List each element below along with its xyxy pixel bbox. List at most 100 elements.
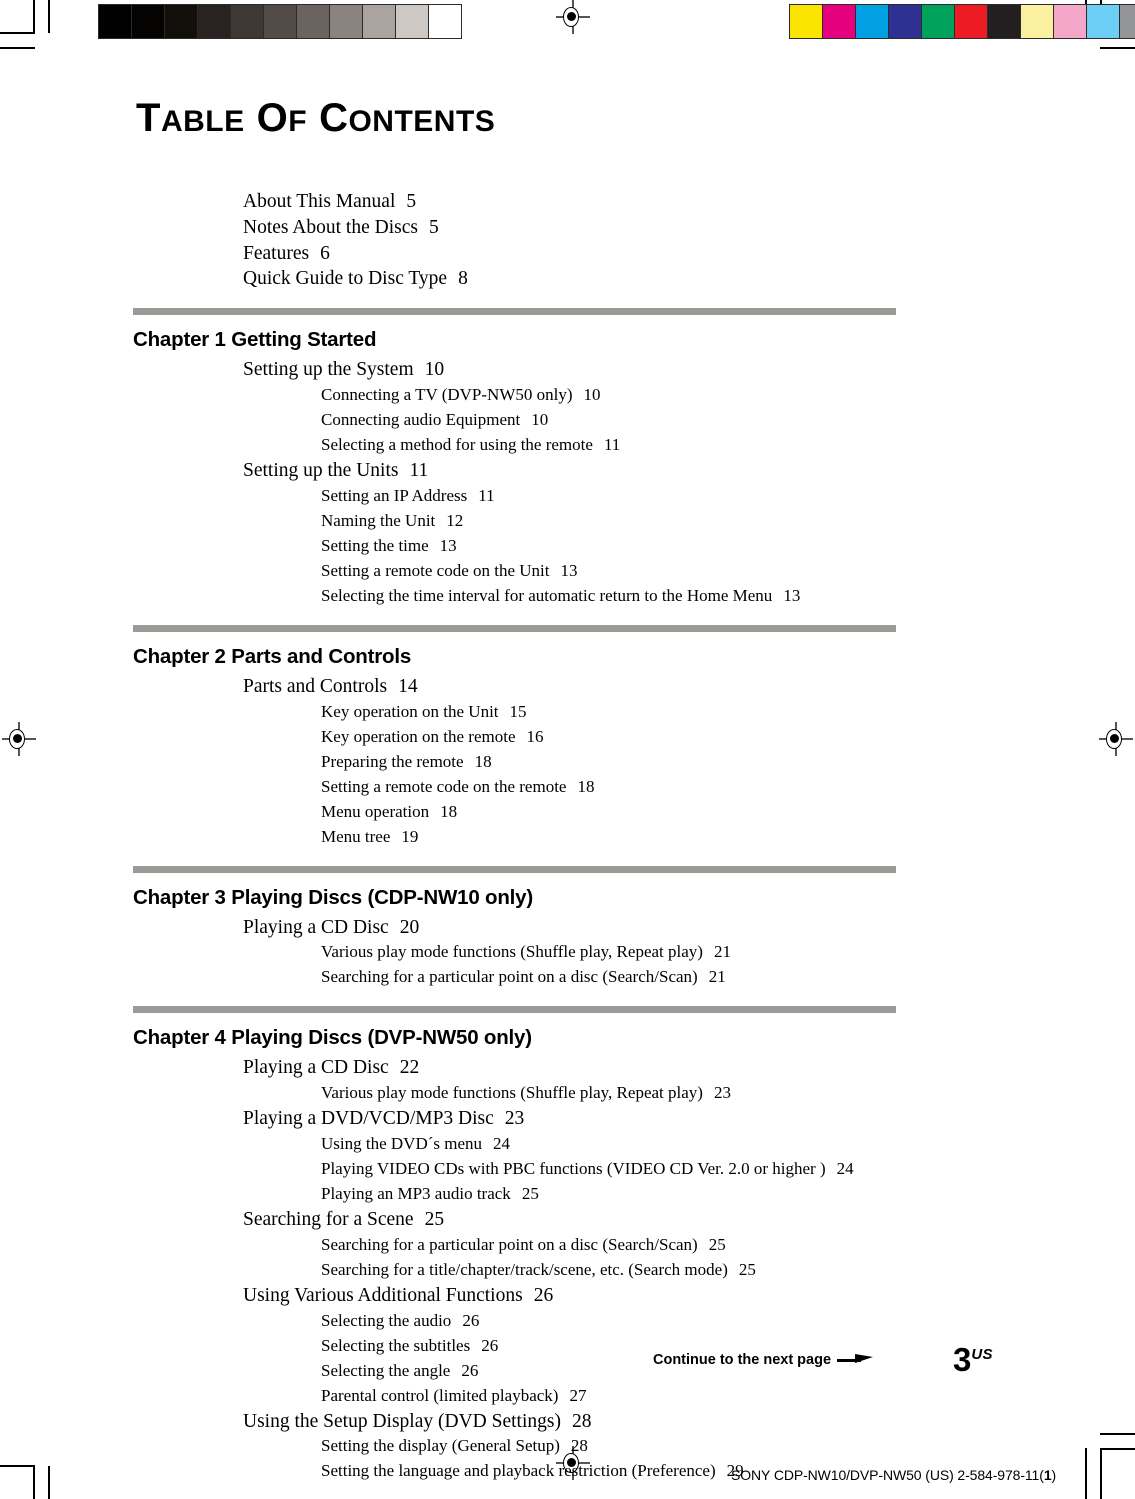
toc-entry-label: Using the Setup Display (DVD Settings) — [243, 1410, 561, 1432]
imprint-line: SONY CDP-NW10/DVP-NW50 (US) 2-584-978-11… — [731, 1467, 1056, 1483]
toc-entry-label: Playing VIDEO CDs with PBC functions (VI… — [321, 1159, 826, 1178]
title-small-caps: F — [288, 105, 308, 138]
toc-entry-label: Using Various Additional Functions — [243, 1284, 523, 1306]
toc-entry-page: 10 — [583, 385, 601, 404]
toc-entry-page: 16 — [526, 726, 544, 746]
chapter-separator-rule — [133, 624, 896, 632]
toc-entry-page: 14 — [398, 675, 418, 697]
toc-entry-page: 20 — [399, 916, 420, 938]
toc-entry[interactable]: Various play mode functions (Shuffle pla… — [321, 942, 731, 962]
toc-entry[interactable]: Selecting a method for using the remote 1… — [321, 435, 620, 455]
toc-entry[interactable]: About This Manual 5 — [243, 191, 416, 213]
imprint-suffix: ) — [1051, 1467, 1057, 1483]
toc-entry[interactable]: Setting the language and playback restri… — [321, 1461, 744, 1481]
chapter-separator-rule — [133, 1006, 896, 1014]
toc-entry[interactable]: Setting the time 13 — [321, 536, 457, 556]
toc-entry-label: Key operation on the remote — [321, 726, 516, 746]
toc-entry[interactable]: Naming the Unit 12 — [321, 511, 463, 531]
toc-entry-label: Parental control (limited playback) — [321, 1385, 559, 1405]
toc-entry-page: 6 — [320, 242, 330, 264]
toc-entry-page: 26 — [462, 1310, 480, 1330]
toc-entry[interactable]: Notes About the Discs 5 — [243, 217, 439, 239]
toc-entry-label: Selecting a method for using the remote — [321, 435, 593, 454]
toc-entry-label: Setting the time — [321, 535, 429, 555]
toc-entry[interactable]: Playing a DVD/VCD/MP3 Disc 23 — [243, 1108, 524, 1130]
toc-entry[interactable]: Parental control (limited playback) 27 — [321, 1386, 586, 1406]
chapter-heading: Chapter 2 Parts and Controls — [133, 644, 412, 668]
toc-entry[interactable]: Searching for a Scene 25 — [243, 1209, 444, 1231]
toc-entry-label: Setting up the Units — [243, 460, 399, 481]
toc-entry-page: 24 — [493, 1134, 511, 1153]
toc-entry[interactable]: Playing a CD Disc 22 — [243, 1057, 419, 1079]
toc-entry[interactable]: Setting a remote code on the Unit 13 — [321, 561, 578, 581]
toc-entry-page: 21 — [713, 942, 731, 962]
toc-entry-label: Setting the display (General Setup) — [321, 1436, 560, 1456]
chapter-separator-rule — [133, 308, 896, 316]
toc-entry-page: 25 — [424, 1209, 445, 1230]
toc-entry-label: Naming the Unit — [321, 510, 436, 530]
toc-entry[interactable]: Menu operation 18 — [321, 802, 457, 822]
toc-entry-label: Selecting the time interval for automati… — [321, 585, 773, 605]
toc-entry[interactable]: Key operation on the Unit 15 — [321, 702, 527, 722]
toc-entry[interactable]: Selecting the audio 26 — [321, 1311, 479, 1331]
title-initial-cap: O — [256, 96, 289, 140]
toc-entry[interactable]: Searching for a title/chapter/track/scen… — [321, 1260, 756, 1280]
chapter-heading: Chapter 4 Playing Discs (DVP-NW50 only) — [133, 1026, 532, 1050]
toc-entry-page: 23 — [504, 1108, 525, 1130]
toc-entry[interactable]: Setting up the System 10 — [243, 359, 444, 381]
toc-entry[interactable]: Searching for a particular point on a di… — [321, 967, 726, 987]
toc-entry[interactable]: Setting the display (General Setup) 28 — [321, 1436, 588, 1456]
toc-entry[interactable]: Using the Setup Display (DVD Settings) 28 — [243, 1411, 591, 1433]
toc-entry-label: Selecting the audio — [321, 1310, 452, 1330]
toc-entry-label: Setting the language and playback restri… — [321, 1461, 716, 1481]
toc-entry-page: 21 — [708, 967, 726, 987]
toc-entry[interactable]: Key operation on the remote 16 — [321, 727, 544, 747]
toc-entry[interactable]: Playing a CD Disc 20 — [243, 917, 419, 939]
toc-entry[interactable]: Using the DVD´s menu 24 — [321, 1134, 510, 1154]
toc-entry-label: Using the DVD´s menu — [321, 1134, 483, 1153]
toc-entry-page: 26 — [461, 1360, 479, 1380]
toc-entry-page: 25 — [521, 1184, 539, 1203]
toc-entry[interactable]: Setting up the Units 11 — [243, 460, 428, 482]
toc-entry-label: Searching for a particular point on a di… — [321, 1234, 698, 1254]
toc-entry[interactable]: Features 6 — [243, 243, 330, 265]
toc-entry[interactable]: Setting an IP Address 11 — [321, 486, 495, 506]
title-small-caps: ONTENTS — [348, 105, 496, 138]
toc-entry-page: 13 — [783, 585, 801, 605]
toc-entry[interactable]: Searching for a particular point on a di… — [321, 1235, 726, 1255]
toc-entry-label: Menu tree — [321, 826, 391, 846]
page-number: 3US — [953, 1341, 993, 1379]
toc-entry-page: 13 — [560, 560, 578, 580]
toc-entry-label: Parts and Controls — [243, 675, 388, 697]
toc-entry[interactable]: Parts and Controls 14 — [243, 676, 418, 698]
toc-entry-label: Various play mode functions (Shuffle pla… — [321, 1083, 703, 1103]
title-initial-cap: T — [136, 96, 161, 140]
imprint-revision: 1 — [1043, 1467, 1052, 1483]
toc-entry[interactable]: Playing an MP3 audio track 25 — [321, 1184, 539, 1204]
toc-entry[interactable]: Selecting the time interval for automati… — [321, 586, 800, 606]
toc-entry-page: 28 — [570, 1436, 588, 1456]
toc-entry-label: Setting a remote code on the remote — [321, 776, 567, 796]
toc-entry-label: Selecting the subtitles — [321, 1335, 471, 1355]
toc-entry[interactable]: Connecting audio Equipment 10 — [321, 410, 548, 430]
toc-entry-page: 23 — [713, 1083, 731, 1103]
toc-entry[interactable]: Connecting a TV (DVP-NW50 only) 10 — [321, 385, 601, 405]
toc-entry-page: 10 — [424, 359, 445, 381]
toc-entry[interactable]: Playing VIDEO CDs with PBC functions (VI… — [321, 1159, 854, 1179]
toc-entry-page: 12 — [446, 510, 464, 530]
toc-entry[interactable]: Selecting the subtitles 26 — [321, 1336, 498, 1356]
page-region-suffix: US — [971, 1346, 993, 1363]
toc-entry[interactable]: Menu tree 19 — [321, 827, 418, 847]
toc-entry[interactable]: Selecting the angle 26 — [321, 1361, 478, 1381]
toc-entry[interactable]: Preparing the remote 18 — [321, 752, 492, 772]
toc-entry-page: 26 — [533, 1284, 554, 1306]
toc-entry[interactable]: Setting a remote code on the remote 18 — [321, 777, 594, 797]
toc-entry[interactable]: Quick Guide to Disc Type 8 — [243, 268, 468, 290]
toc-entry-page: 11 — [409, 460, 429, 481]
toc-entry-page: 18 — [577, 776, 595, 796]
toc-entry-label: Features — [243, 242, 310, 264]
toc-entry-label: Setting an IP Address — [321, 485, 468, 505]
toc-entry[interactable]: Various play mode functions (Shuffle pla… — [321, 1083, 731, 1103]
toc-entry[interactable]: Using Various Additional Functions 26 — [243, 1285, 553, 1307]
toc-entry-label: Playing a DVD/VCD/MP3 Disc — [243, 1108, 494, 1130]
